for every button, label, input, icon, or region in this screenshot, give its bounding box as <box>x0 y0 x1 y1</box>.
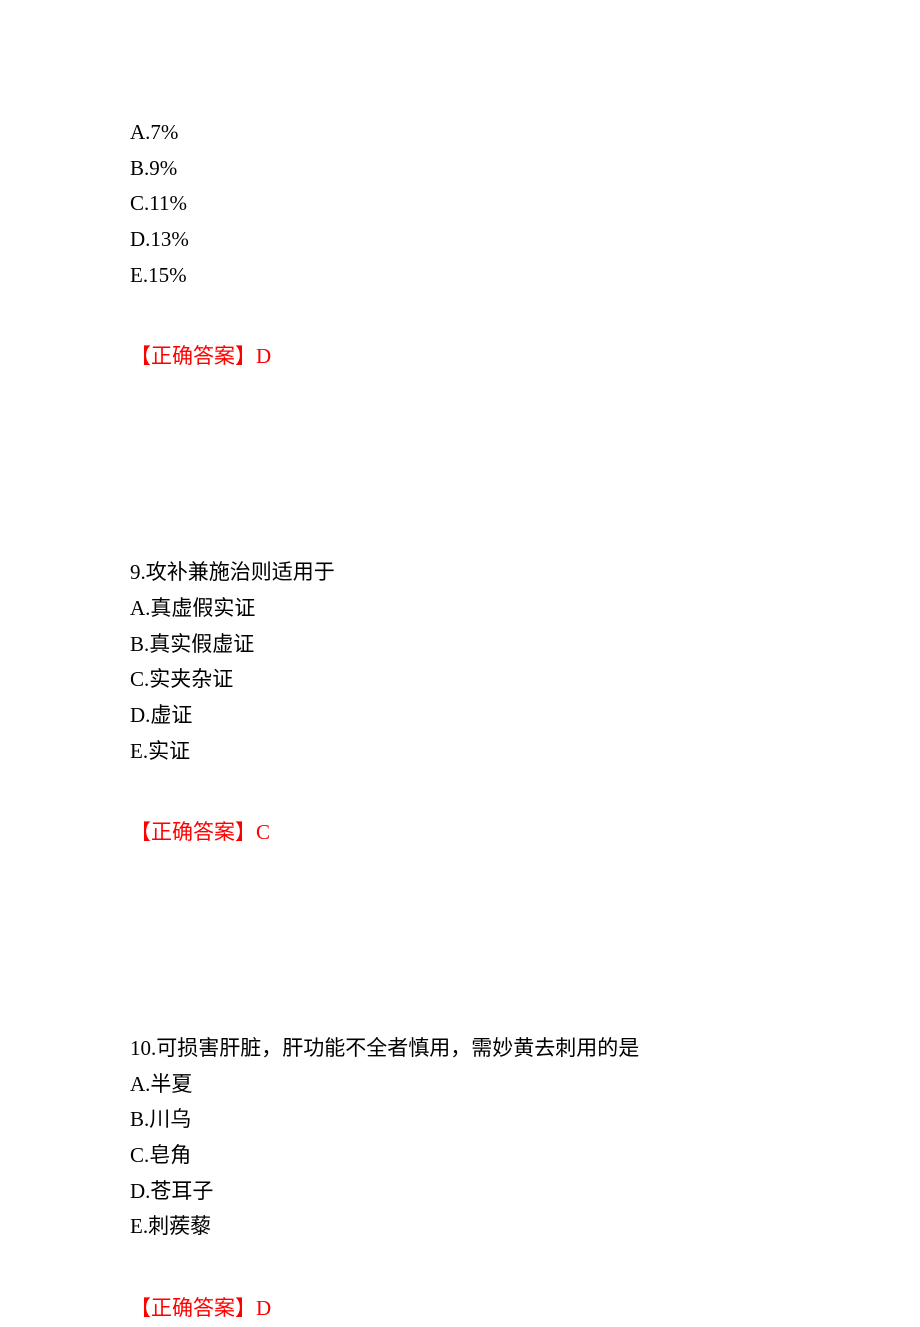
answer-line: 【正确答案】D <box>130 1291 920 1327</box>
answer-value: D <box>256 1296 271 1320</box>
option-label: D. <box>130 703 150 727</box>
option-text: 11% <box>149 191 187 215</box>
question-stem: 9.攻补兼施治则适用于 <box>130 555 920 591</box>
option-line: B.9% <box>130 151 920 187</box>
question-block: 10.可损害肝脏，肝功能不全者慎用，需妙黄去刺用的是 A.半夏 B.川乌 C.皂… <box>130 1031 920 1327</box>
question-stem: 10.可损害肝脏，肝功能不全者慎用，需妙黄去刺用的是 <box>130 1031 920 1067</box>
option-text: 苍耳子 <box>150 1179 213 1203</box>
option-line: D.虚证 <box>130 698 920 734</box>
question-number: 10. <box>130 1036 156 1060</box>
option-line: E.实证 <box>130 734 920 770</box>
option-text: 7% <box>150 120 178 144</box>
option-text: 川乌 <box>149 1107 191 1131</box>
question-stem-text: 可损害肝脏，肝功能不全者慎用，需妙黄去刺用的是 <box>156 1036 639 1060</box>
answer-value: C <box>256 820 270 844</box>
answer-value: D <box>256 344 271 368</box>
option-label: B. <box>130 632 149 656</box>
option-label: B. <box>130 1107 149 1131</box>
question-block: A.7% B.9% C.11% D.13% E.15% 【正确答案】D <box>130 115 920 375</box>
option-text: 皂角 <box>149 1143 191 1167</box>
option-text: 13% <box>150 227 189 251</box>
option-label: A. <box>130 120 150 144</box>
option-line: A.真虚假实证 <box>130 591 920 627</box>
answer-label: 【正确答案】 <box>130 820 256 844</box>
option-label: D. <box>130 1179 150 1203</box>
option-text: 虚证 <box>150 703 192 727</box>
answer-line: 【正确答案】D <box>130 339 920 375</box>
option-text: 实夹杂证 <box>149 667 233 691</box>
answer-label: 【正确答案】 <box>130 1296 256 1320</box>
option-label: C. <box>130 667 149 691</box>
option-line: C.皂角 <box>130 1138 920 1174</box>
question-block: 9.攻补兼施治则适用于 A.真虚假实证 B.真实假虚证 C.实夹杂证 D.虚证 … <box>130 555 920 851</box>
option-text: 9% <box>149 156 177 180</box>
option-line: A.半夏 <box>130 1067 920 1103</box>
option-line: C.实夹杂证 <box>130 662 920 698</box>
option-text: 真实假虚证 <box>149 632 254 656</box>
answer-label: 【正确答案】 <box>130 344 256 368</box>
option-line: B.真实假虚证 <box>130 627 920 663</box>
option-label: C. <box>130 191 149 215</box>
question-stem-text: 攻补兼施治则适用于 <box>146 560 335 584</box>
option-label: E. <box>130 739 148 763</box>
option-text: 实证 <box>148 739 190 763</box>
option-line: C.11% <box>130 186 920 222</box>
option-label: D. <box>130 227 150 251</box>
option-label: B. <box>130 156 149 180</box>
option-label: E. <box>130 263 148 287</box>
option-label: C. <box>130 1143 149 1167</box>
option-text: 15% <box>148 263 187 287</box>
option-text: 半夏 <box>150 1072 192 1096</box>
question-number: 9. <box>130 560 146 584</box>
option-label: A. <box>130 1072 150 1096</box>
option-text: 刺蒺藜 <box>148 1214 211 1238</box>
option-label: E. <box>130 1214 148 1238</box>
option-text: 真虚假实证 <box>150 596 255 620</box>
option-line: B.川乌 <box>130 1102 920 1138</box>
option-line: E.刺蒺藜 <box>130 1209 920 1245</box>
option-label: A. <box>130 596 150 620</box>
answer-line: 【正确答案】C <box>130 815 920 851</box>
option-line: E.15% <box>130 258 920 294</box>
option-line: A.7% <box>130 115 920 151</box>
option-line: D.13% <box>130 222 920 258</box>
option-line: D.苍耳子 <box>130 1174 920 1210</box>
